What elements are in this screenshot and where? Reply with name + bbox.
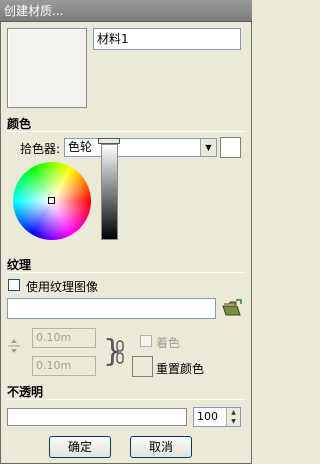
color-section-divider — [7, 131, 245, 132]
material-name-input[interactable]: 材料1 — [93, 28, 241, 50]
spin-down-icon[interactable]: ▼ — [227, 417, 240, 426]
dimension-bracket: } — [103, 334, 123, 369]
color-picker-select[interactable]: 色轮 ▼ — [64, 138, 217, 157]
texture-height-field[interactable]: 0.10m — [32, 356, 96, 376]
colorize-checkbox[interactable] — [140, 335, 152, 347]
opacity-section-divider — [7, 399, 245, 400]
opacity-slider[interactable] — [7, 408, 187, 426]
spin-up-icon[interactable]: ▲ — [227, 408, 240, 417]
cancel-button[interactable]: 取消 — [130, 436, 192, 458]
title-bar[interactable]: 创建材质... — [0, 0, 252, 22]
material-preview — [7, 28, 87, 108]
opacity-value: 100 — [197, 410, 218, 423]
color-wheel-marker[interactable] — [48, 197, 55, 204]
ok-button[interactable]: 确定 — [49, 436, 111, 458]
color-picker-label: 拾色器: — [20, 142, 61, 156]
texture-section-divider — [7, 272, 245, 273]
folder-open-icon[interactable] — [222, 299, 242, 317]
brightness-slider[interactable] — [101, 144, 118, 240]
texture-section-title: 纹理 — [7, 258, 32, 272]
current-color-swatch[interactable] — [220, 137, 241, 158]
color-picker-value: 色轮 — [68, 140, 93, 154]
window-title: 创建材质... — [4, 4, 64, 18]
brightness-slider-thumb[interactable] — [98, 138, 120, 144]
texture-path-input[interactable] — [7, 298, 216, 319]
use-texture-checkbox[interactable] — [8, 279, 20, 291]
chain-link-icon[interactable] — [115, 340, 125, 364]
color-section-title: 颜色 — [7, 117, 32, 131]
reset-color-swatch[interactable] — [132, 356, 153, 377]
texture-width-field[interactable]: 0.10m — [32, 328, 96, 348]
aspect-arrows-icon — [8, 338, 20, 354]
opacity-section-title: 不透明 — [7, 385, 44, 399]
use-texture-label: 使用纹理图像 — [26, 280, 99, 294]
opacity-spinbox[interactable]: 100 ▲ ▼ — [193, 407, 241, 427]
colorize-label: 着色 — [156, 336, 181, 350]
dropdown-arrow-icon[interactable]: ▼ — [200, 139, 216, 156]
reset-color-label[interactable]: 重置颜色 — [156, 360, 204, 377]
